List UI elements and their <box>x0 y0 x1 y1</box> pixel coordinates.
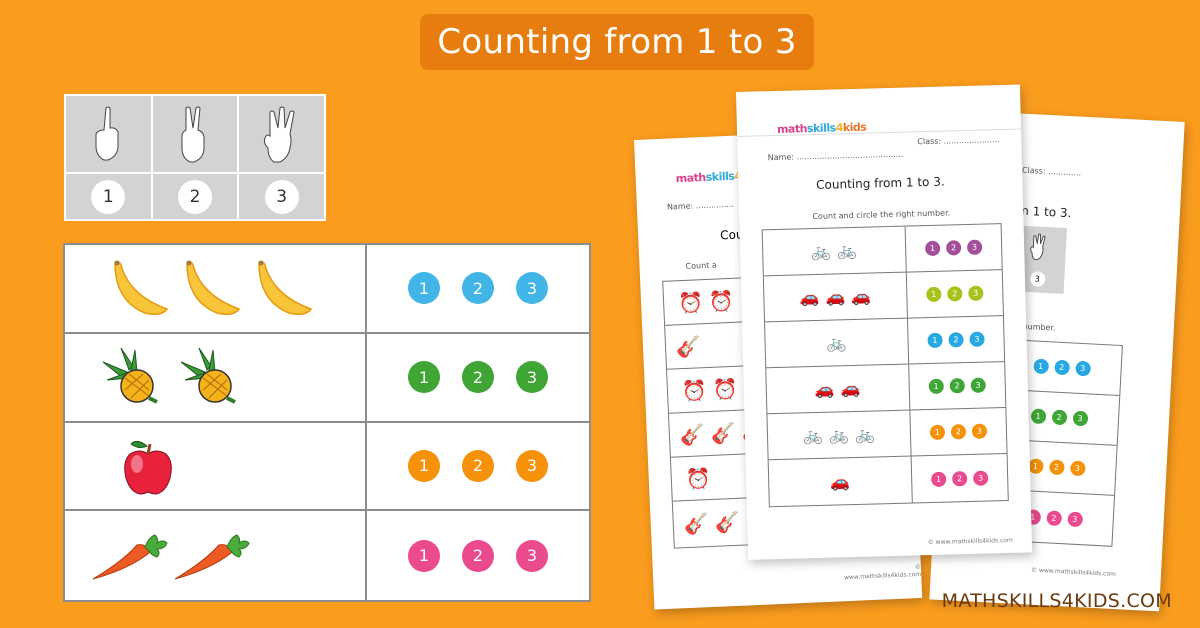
choice-circle-2[interactable]: 2 <box>462 272 494 305</box>
choice-circle-3[interactable]: 3 <box>516 449 548 482</box>
carrot-icon <box>92 534 168 580</box>
number-choices: 1 2 3 <box>367 423 589 512</box>
class-label: Class: <box>1021 165 1046 176</box>
choice-circle-3[interactable]: 3 <box>516 272 548 305</box>
choice-circle-2[interactable]: 2 <box>462 539 494 572</box>
choice-circle-3[interactable]: 3 <box>516 361 548 394</box>
pineapple-icon <box>102 347 158 404</box>
number-choices: 1 2 3 <box>367 334 589 423</box>
banana-icon <box>114 260 169 316</box>
number-choices: 1 2 3 <box>367 245 589 334</box>
carrot-icon <box>174 534 250 580</box>
worksheet-footer: © www.mathskills4kids.com <box>927 536 1013 547</box>
bicycle-icon: 🚲 <box>802 425 824 446</box>
worksheet-footer: © www.mathskills4kids.com <box>1030 566 1117 579</box>
choices: 123 <box>907 316 1005 365</box>
bicycle-row: 🚲 🚲 🚲 <box>767 410 912 461</box>
banana-icon <box>258 260 313 316</box>
choice-circle-2[interactable]: 2 <box>462 361 494 394</box>
number-circle: 3 <box>264 179 299 214</box>
counting-table: 1 2 3 1 2 3 1 2 3 1 2 3 <box>63 243 591 602</box>
number-circle: 2 <box>177 179 212 214</box>
table-row-pictures <box>65 245 367 334</box>
banana-icon <box>186 260 241 316</box>
car-icon: 🚗 <box>840 378 861 399</box>
guitar-icon: 🎸 <box>679 421 706 447</box>
table-row-pictures <box>65 511 367 600</box>
bicycle-row: 🚲 🚲 <box>762 226 907 277</box>
guitar-icon: 🎸 <box>675 333 702 359</box>
worksheet-heading: Counting from 1 to 3. <box>816 174 945 192</box>
number-circle: 3 <box>1029 271 1046 288</box>
alarm-clock-icon: ⏰ <box>685 465 712 491</box>
choice-circle-1[interactable]: 1 <box>408 272 440 305</box>
alarm-clock-icon: ⏰ <box>681 377 708 403</box>
bicycle-row: 🚲 <box>765 318 909 369</box>
choices: 123 <box>908 362 1006 411</box>
pineapple-icon <box>180 347 236 404</box>
number-cell: 1 <box>66 174 151 219</box>
worksheet-footer: © www.mathskills4kids.com <box>844 563 922 582</box>
worksheet-preview-front[interactable]: mathskills4kids Name: ..................… <box>736 84 1033 560</box>
table-row-pictures <box>65 333 367 423</box>
choices: 123 <box>906 270 1003 319</box>
number-circle: 1 <box>91 179 126 214</box>
bicycle-icon: 🚲 <box>836 240 858 261</box>
choice-circle-3[interactable]: 3 <box>516 539 548 572</box>
finger-reference-table: 1 2 3 <box>64 94 326 221</box>
choices: 123 <box>911 454 1007 502</box>
car-icon: 🚗 <box>829 471 851 492</box>
guitar-icon: 🎸 <box>714 509 741 535</box>
brand-url[interactable]: MATHSKILLS4KIDS.COM <box>942 590 1172 612</box>
car-icon: 🚗 <box>814 379 835 400</box>
car-icon: 🚗 <box>799 287 820 308</box>
name-label: Name <box>666 201 691 212</box>
name-label: Name <box>767 152 792 163</box>
number-choices: 1 2 3 <box>367 511 589 600</box>
car-icon: 🚗 <box>825 287 846 307</box>
three-fingers-hand-icon <box>239 96 324 172</box>
car-icon: 🚗 <box>851 286 872 307</box>
car-row: 🚗 🚗 🚗 <box>763 272 908 323</box>
number-cell: 3 <box>239 174 324 219</box>
car-row: 🚗 <box>768 456 913 507</box>
choice-circle-1[interactable]: 1 <box>408 539 440 572</box>
worksheet-grid: 🚲 🚲 123 🚗 🚗 🚗 123 🚲 123 🚗 🚗 123 🚲 🚲 🚲 123 🚗 12… <box>761 223 1009 508</box>
choice-circle-2[interactable]: 2 <box>462 449 494 482</box>
number-cell: 2 <box>152 174 238 219</box>
choice-circle-1[interactable]: 1 <box>408 361 440 394</box>
class-label: Class: <box>917 136 942 147</box>
guitar-icon: 🎸 <box>683 511 710 537</box>
page-title: Counting from 1 to 3 <box>420 14 814 70</box>
three-fingers-hand-icon <box>1030 233 1046 260</box>
bicycle-icon: 🚲 <box>828 425 850 445</box>
choice-circle-1[interactable]: 1 <box>408 449 440 482</box>
apple-icon <box>124 440 172 495</box>
guitar-icon: 🎸 <box>710 420 737 446</box>
alarm-clock-icon: ⏰ <box>712 376 739 402</box>
table-row-pictures <box>65 422 367 512</box>
bicycle-icon: 🚲 <box>826 333 847 353</box>
car-row: 🚗 🚗 <box>766 364 911 415</box>
bicycle-icon: 🚲 <box>810 241 832 262</box>
alarm-clock-icon: ⏰ <box>708 288 735 314</box>
alarm-clock-icon: ⏰ <box>677 289 704 315</box>
bicycle-icon: 🚲 <box>854 424 876 445</box>
two-fingers-hand-icon <box>152 96 238 172</box>
one-finger-hand-icon <box>66 96 151 172</box>
choices: 123 <box>905 224 1002 273</box>
choices: 123 <box>910 408 1007 457</box>
instruction-partial: Count a <box>685 260 717 271</box>
worksheet-instruction: Count and circle the right number. <box>812 208 951 222</box>
